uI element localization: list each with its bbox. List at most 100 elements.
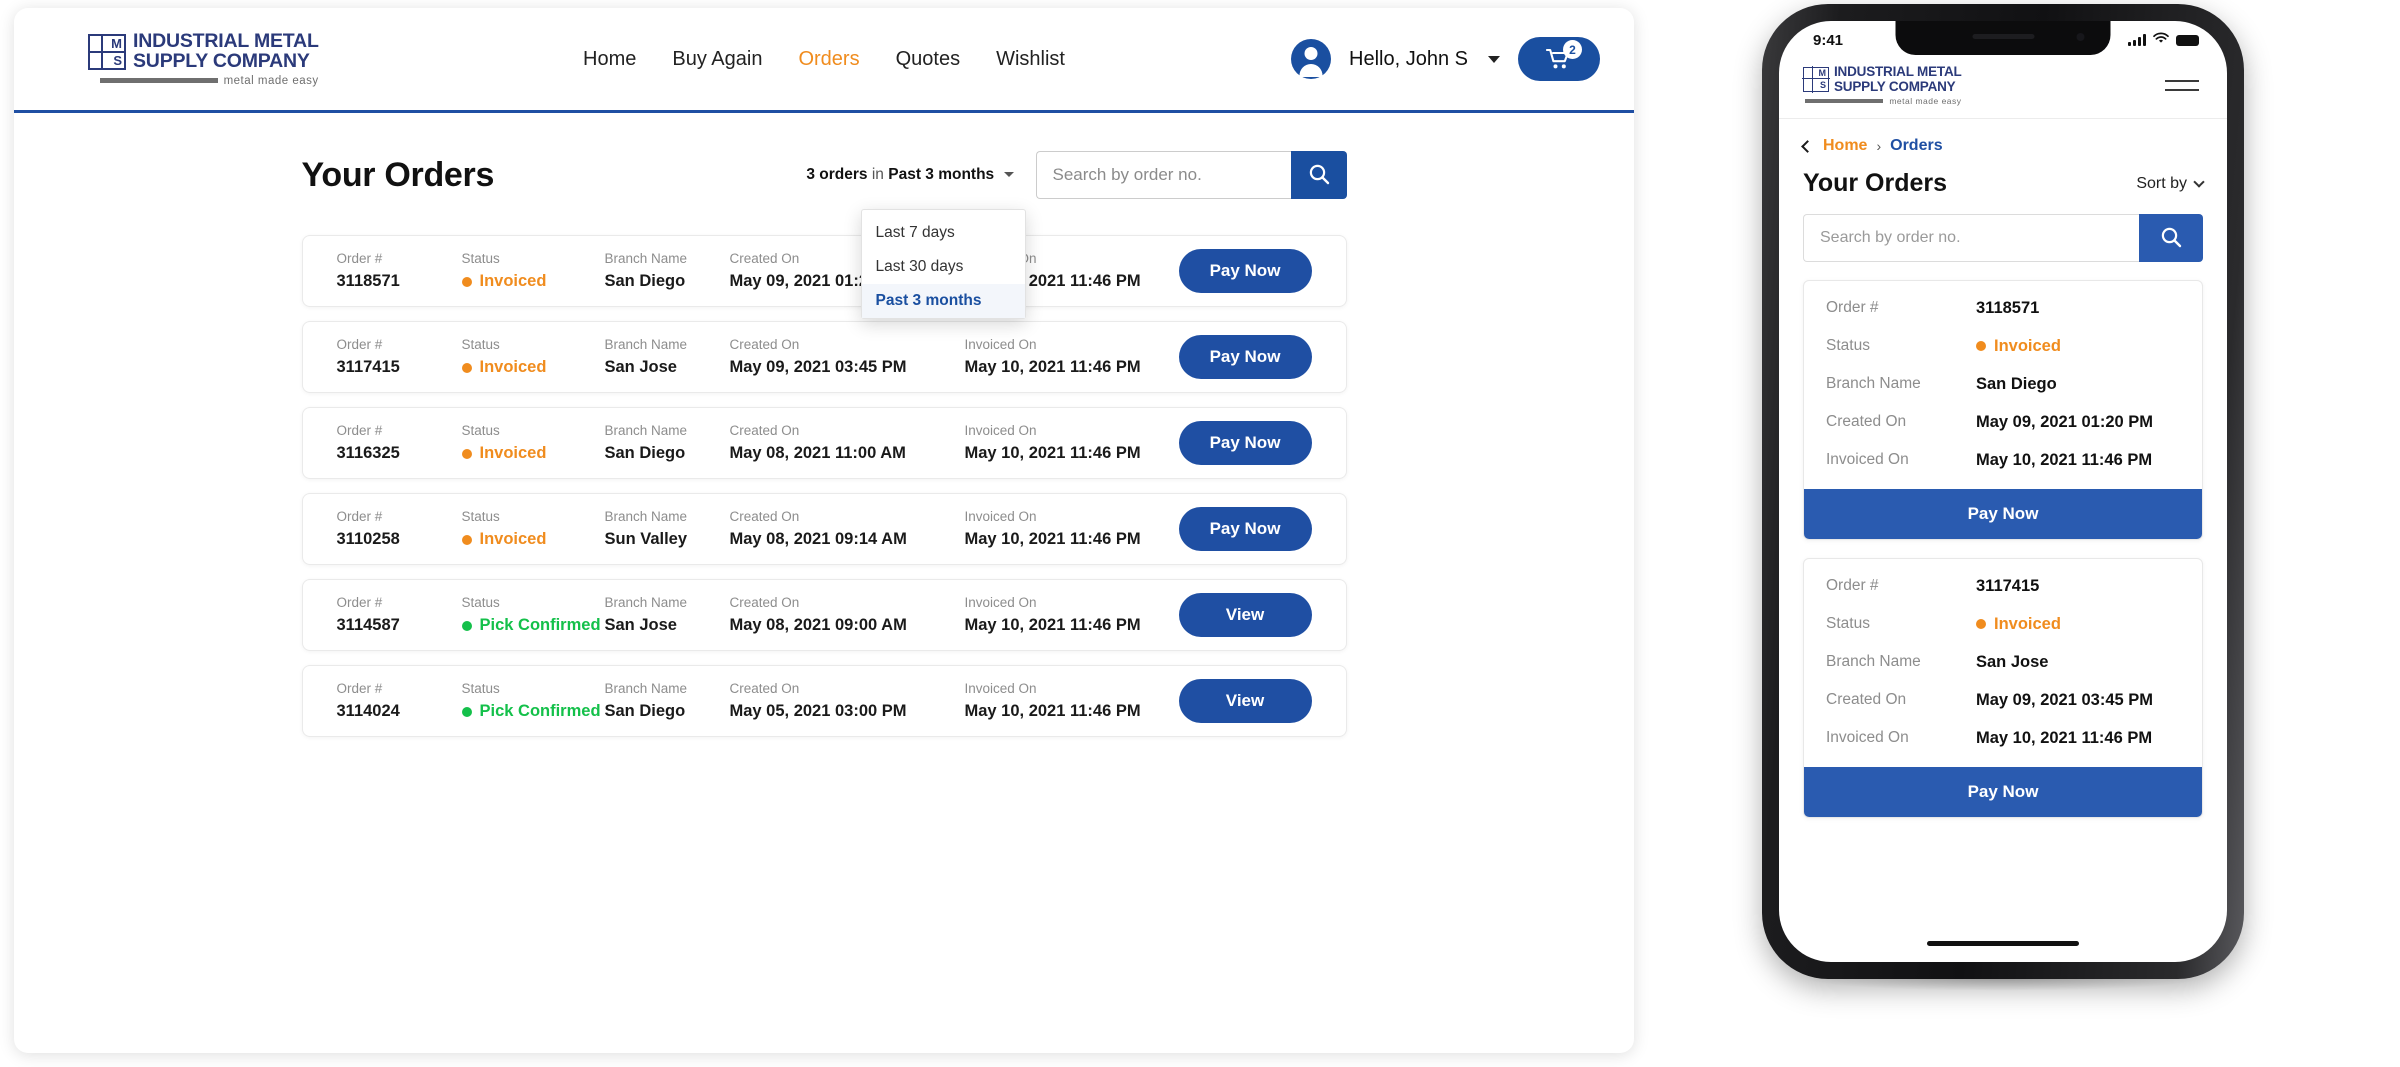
order-search: [1036, 151, 1347, 199]
status-bar-indicators: [2128, 31, 2199, 49]
order-no-value: 3116325: [337, 444, 462, 463]
user-avatar-icon[interactable]: [1291, 39, 1331, 79]
view-button[interactable]: View: [1179, 679, 1312, 723]
cart-button[interactable]: 2: [1518, 37, 1600, 81]
branch-value: San Jose: [605, 616, 730, 635]
orders-count-in: in: [872, 166, 884, 183]
invoiced-on-value: May 10, 2021 11:46 PM: [965, 530, 1200, 549]
status-value: Pick Confirmed: [480, 616, 601, 635]
cell-status: Status Invoiced: [1804, 605, 2202, 643]
cell-invoiced-on: Invoiced On May 10, 2021 11:46 PM: [1804, 719, 2202, 757]
dropdown-option-past-3-months[interactable]: Past 3 months: [862, 284, 1025, 318]
invoiced-on-value: May 10, 2021 11:46 PM: [1976, 729, 2152, 748]
orders-title-row: Your Orders 3 orders in Past 3 months: [302, 151, 1347, 199]
cell-branch: Branch Name San Diego: [605, 423, 730, 463]
ims-logo-mark-icon: M S: [88, 34, 126, 70]
cell-branch: Branch Name San Jose: [605, 595, 730, 635]
pay-now-button[interactable]: Pay Now: [1804, 489, 2202, 539]
cell-invoiced-on: Invoiced On May 10, 2021 11:46 PM: [965, 681, 1200, 721]
table-row[interactable]: Order # 3117415 Status Invoiced Branch N…: [302, 321, 1347, 393]
phone-frame: 9:41: [1762, 4, 2244, 979]
table-row[interactable]: Order # 3114587 Status Pick Confirmed Br…: [302, 579, 1347, 651]
column-header-created: Created On: [1826, 413, 1976, 431]
nav-item-home[interactable]: Home: [583, 48, 636, 71]
nav-item-buy-again[interactable]: Buy Again: [672, 48, 762, 71]
invoiced-on-value: May 10, 2021 11:46 PM: [965, 358, 1200, 377]
search-input[interactable]: [1803, 214, 2139, 262]
cell-order-no: Order # 3118571: [1804, 281, 2202, 327]
column-header-status: Status: [462, 423, 605, 438]
sort-by-control[interactable]: Sort by: [2136, 175, 2203, 193]
pay-now-button[interactable]: Pay Now: [1804, 767, 2202, 817]
logo-tagline: metal made easy: [1889, 96, 1961, 106]
orders-count: 3 orders: [806, 166, 867, 183]
date-range-selected[interactable]: Past 3 months: [888, 166, 994, 183]
cell-order-no: Order # 3114587: [337, 595, 462, 635]
pay-now-button[interactable]: Pay Now: [1179, 507, 1312, 551]
home-indicator[interactable]: [1927, 941, 2079, 946]
sort-by-label: Sort by: [2136, 175, 2187, 193]
cell-invoiced-on: Invoiced On May 10, 2021 11:46 PM: [965, 595, 1200, 635]
order-no-value: 3114024: [337, 702, 462, 721]
breadcrumb-home[interactable]: Home: [1823, 137, 1867, 155]
status-badge: Pick Confirmed: [462, 702, 605, 721]
logo-line-1: INDUSTRIAL METAL: [1834, 65, 1962, 79]
cell-status: Status Invoiced: [1804, 327, 2202, 365]
table-row[interactable]: Order # 3110258 Status Invoiced Branch N…: [302, 493, 1347, 565]
status-badge: Invoiced: [1976, 337, 2061, 356]
table-row[interactable]: Order # 3118571 Status Invoiced Branch N…: [302, 235, 1347, 307]
column-header-order: Order #: [337, 423, 462, 438]
account-greeting[interactable]: Hello, John S: [1349, 48, 1468, 71]
cell-invoiced-on: Invoiced On May 10, 2021 11:46 PM: [1804, 441, 2202, 479]
search-input[interactable]: [1036, 151, 1291, 199]
dropdown-option-last-7-days[interactable]: Last 7 days: [862, 216, 1025, 250]
search-button[interactable]: [2139, 214, 2203, 262]
pay-now-button[interactable]: Pay Now: [1179, 249, 1312, 293]
page-title: Your Orders: [302, 156, 495, 195]
dropdown-option-last-30-days[interactable]: Last 30 days: [862, 250, 1025, 284]
card-spacer: [1804, 757, 2202, 767]
shopping-cart-icon: 2: [1546, 48, 1572, 70]
column-header-branch: Branch Name: [1826, 653, 1976, 671]
pay-now-button[interactable]: Pay Now: [1179, 335, 1312, 379]
list-item[interactable]: Order # 3118571 Status Invoiced Branch N…: [1803, 280, 2203, 540]
cell-branch: Branch Name San Jose: [605, 337, 730, 377]
column-header-order: Order #: [337, 595, 462, 610]
column-header-created: Created On: [730, 681, 965, 696]
account-area: Hello, John S 2: [1291, 37, 1600, 81]
column-header-invoiced: Invoiced On: [1826, 729, 1976, 747]
hamburger-menu-icon[interactable]: [2161, 76, 2203, 96]
table-row[interactable]: Order # 3116325 Status Invoiced Branch N…: [302, 407, 1347, 479]
status-dot-icon: [1976, 341, 1986, 351]
cell-invoiced-on: Invoiced On May 10, 2021 11:46 PM: [965, 337, 1200, 377]
nav-item-wishlist[interactable]: Wishlist: [996, 48, 1065, 71]
search-button[interactable]: [1291, 151, 1347, 199]
logo-mark-letter-s: S: [113, 54, 122, 67]
cell-status: Status Pick Confirmed: [462, 595, 605, 635]
pay-now-button[interactable]: Pay Now: [1179, 421, 1312, 465]
chevron-down-icon[interactable]: [1004, 172, 1014, 177]
status-value: Invoiced: [480, 272, 547, 291]
logo-mark-letter-s: S: [1820, 81, 1826, 90]
column-header-created: Created On: [730, 423, 965, 438]
column-header-status: Status: [462, 681, 605, 696]
table-row[interactable]: Order # 3114024 Status Pick Confirmed Br…: [302, 665, 1347, 737]
view-button[interactable]: View: [1179, 593, 1312, 637]
column-header-invoiced: Invoiced On: [1826, 451, 1976, 469]
site-logo[interactable]: M S INDUSTRIAL METAL SUPPLY COMPANY meta…: [88, 32, 319, 87]
invoiced-on-value: May 10, 2021 11:46 PM: [965, 616, 1200, 635]
nav-item-quotes[interactable]: Quotes: [896, 48, 960, 71]
cell-status: Status Invoiced: [462, 337, 605, 377]
cell-order-no: Order # 3116325: [337, 423, 462, 463]
nav-item-orders[interactable]: Orders: [798, 48, 859, 71]
orders-count-filter[interactable]: 3 orders in Past 3 months: [806, 166, 1013, 184]
site-logo[interactable]: M S INDUSTRIAL METAL SUPPLY COMPANY meta…: [1803, 65, 1962, 106]
mobile-status-bar: 9:41: [1779, 21, 2227, 59]
logo-line-1: INDUSTRIAL METAL: [133, 32, 319, 52]
chevron-down-icon[interactable]: [1488, 56, 1500, 63]
chevron-left-icon[interactable]: [1801, 140, 1814, 153]
chevron-down-icon: [2193, 176, 2204, 187]
column-header-invoiced: Invoiced On: [965, 681, 1200, 696]
list-item[interactable]: Order # 3117415 Status Invoiced Branch N…: [1803, 558, 2203, 818]
column-header-branch: Branch Name: [605, 423, 730, 438]
